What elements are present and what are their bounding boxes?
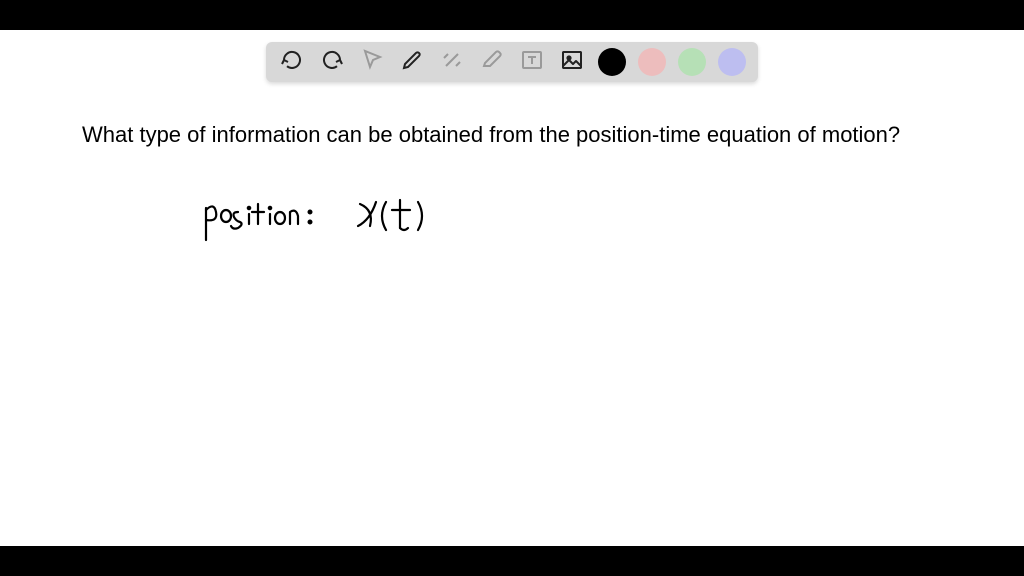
tools-icon	[440, 48, 464, 77]
color-swatch-purple[interactable]	[718, 48, 746, 76]
handwritten-content	[200, 190, 460, 250]
redo-icon	[320, 48, 344, 77]
pointer-icon	[360, 48, 384, 77]
color-swatch-green[interactable]	[678, 48, 706, 76]
image-icon	[560, 48, 584, 77]
tools-button[interactable]	[438, 48, 466, 76]
text-box-icon	[520, 48, 544, 77]
color-swatch-pink[interactable]	[638, 48, 666, 76]
pen-button[interactable]	[398, 48, 426, 76]
redo-button[interactable]	[318, 48, 346, 76]
text-button[interactable]	[518, 48, 546, 76]
whiteboard-canvas[interactable]: What type of information can be obtained…	[0, 30, 1024, 546]
eraser-icon	[480, 48, 504, 77]
pen-icon	[400, 48, 424, 77]
image-button[interactable]	[558, 48, 586, 76]
pointer-button[interactable]	[358, 48, 386, 76]
drawing-toolbar	[266, 42, 758, 82]
video-letterbox: What type of information can be obtained…	[0, 0, 1024, 576]
undo-icon	[280, 48, 304, 77]
eraser-button[interactable]	[478, 48, 506, 76]
color-swatch-black[interactable]	[598, 48, 626, 76]
question-text: What type of information can be obtained…	[82, 122, 900, 148]
undo-button[interactable]	[278, 48, 306, 76]
